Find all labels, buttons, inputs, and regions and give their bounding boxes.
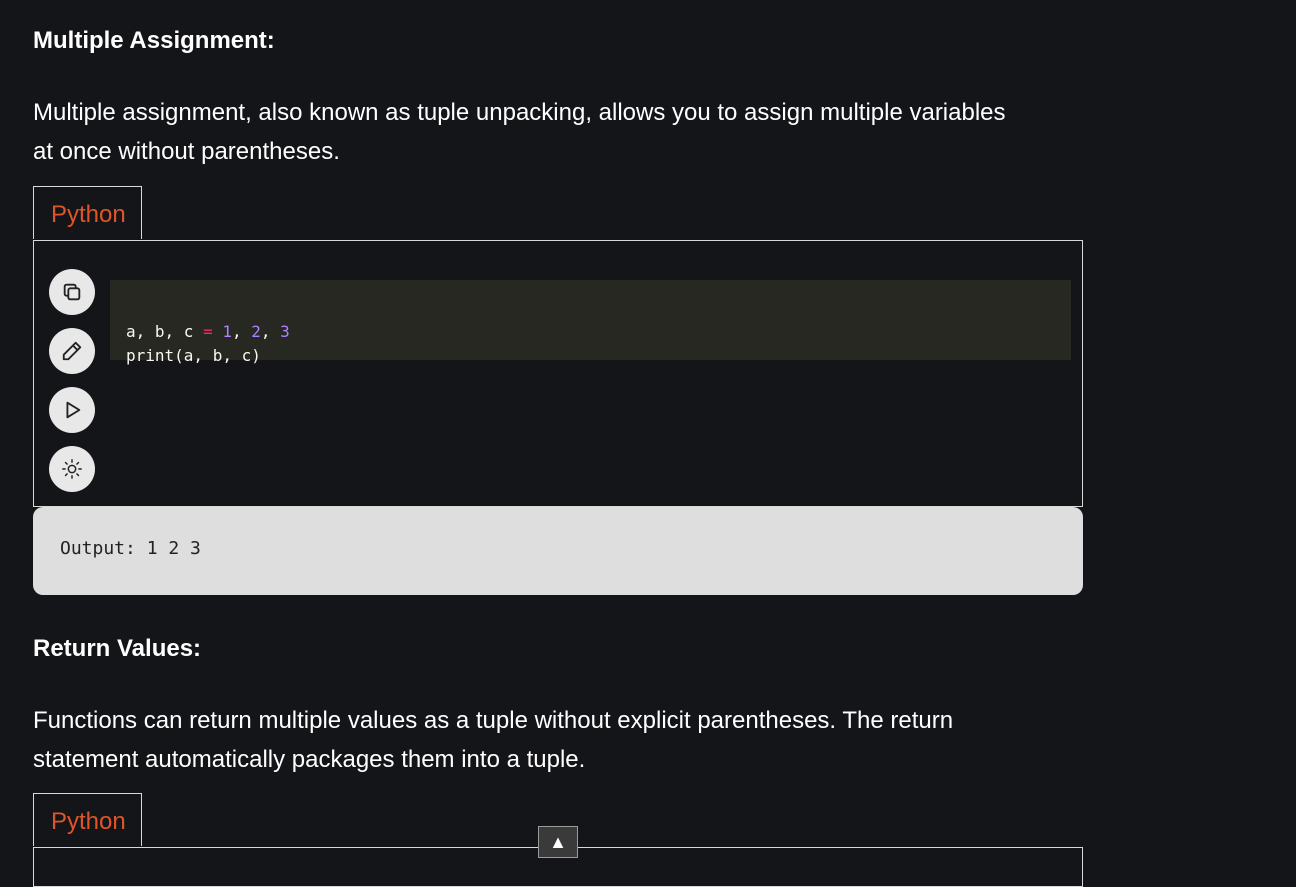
- code-token: ,: [260, 322, 281, 341]
- code-token-number: 1: [212, 322, 232, 341]
- section-paragraph-return-values: Functions can return multiple values as …: [33, 701, 1083, 779]
- section-paragraph-multiple-assignment: Multiple assignment, also known as tuple…: [33, 93, 1083, 171]
- edit-icon: [62, 341, 82, 361]
- tab-python[interactable]: Python: [33, 793, 142, 846]
- paragraph-line: Functions can return multiple values as …: [33, 707, 954, 734]
- code-token: ,: [231, 322, 252, 341]
- tab-python[interactable]: Python: [33, 186, 142, 239]
- run-button[interactable]: [49, 387, 95, 433]
- code-token-number: 3: [280, 322, 290, 341]
- paragraph-line: Multiple assignment, also known as tuple…: [33, 99, 1006, 126]
- tab-label: Python: [51, 201, 126, 228]
- tab-label: Python: [51, 808, 126, 835]
- output-text: Output: 1 2 3: [60, 538, 201, 559]
- code-block[interactable]: a, b, c = 1, 2, 3 print(a, b, c): [110, 280, 1071, 365]
- paragraph-line: statement automatically packages them in…: [33, 746, 586, 773]
- copy-icon: [63, 283, 81, 301]
- copy-button[interactable]: [49, 269, 95, 315]
- output-box: Output: 1 2 3: [33, 507, 1083, 595]
- code-token: a, b, c: [126, 322, 204, 341]
- code-panel: a, b, c = 1, 2, 3 print(a, b, c): [33, 240, 1083, 507]
- code-line: a, b, c = 1, 2, 3: [126, 320, 1055, 344]
- run-icon: [66, 401, 81, 419]
- scroll-to-top-button[interactable]: ▲: [538, 826, 578, 858]
- edit-button[interactable]: [49, 328, 95, 374]
- section-heading-return-values: Return Values:: [33, 635, 202, 662]
- section-heading-multiple-assignment: Multiple Assignment:: [33, 27, 275, 54]
- theme-toggle-button[interactable]: [49, 446, 95, 492]
- paragraph-line: at once without parentheses.: [33, 138, 340, 165]
- code-token-number: 2: [251, 322, 261, 341]
- code-line: print(a, b, c): [126, 346, 261, 365]
- arrow-up-icon: ▲: [549, 831, 567, 852]
- code-token-operator: =: [203, 322, 213, 341]
- sun-icon: [62, 459, 82, 479]
